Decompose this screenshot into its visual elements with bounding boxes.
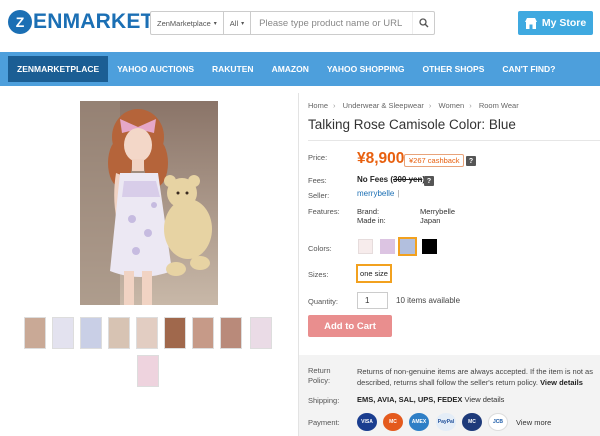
return-label-line1: Return: [308, 366, 331, 375]
fees-value: No Fees (300 yen): [357, 175, 425, 184]
search-scope-select[interactable]: ZenMarketplace ▾: [151, 12, 224, 34]
product-price: ¥8,900: [357, 150, 405, 167]
search-category-label: All: [229, 18, 239, 28]
main-nav: ZENMARKETPLACE YAHOO AUCTIONS RAKUTEN AM…: [0, 52, 600, 86]
logo-text: ENMARKET: [33, 10, 154, 33]
breadcrumb-home[interactable]: Home: [308, 101, 328, 110]
thumbnail[interactable]: [164, 317, 186, 349]
breadcrumb-room-wear[interactable]: Room Wear: [479, 101, 519, 110]
feature-brand-value: Merrybelle: [420, 207, 456, 216]
thumbnail[interactable]: [136, 317, 158, 349]
price-label: Price:: [308, 153, 328, 162]
add-to-cart-button[interactable]: Add to Cart: [308, 315, 392, 337]
maestro-icon: MC: [462, 413, 482, 431]
breadcrumb-women[interactable]: Women: [439, 101, 465, 110]
nav-item-cant-find[interactable]: CAN'T FIND?: [493, 56, 564, 82]
color-swatch-black[interactable]: [422, 239, 437, 254]
chevron-down-icon: ▾: [213, 20, 217, 27]
product-title: Talking Rose Camisole Color: Blue: [308, 117, 516, 132]
site-header: Z ENMARKET ZenMarketplace▾ All▾ My Store: [0, 0, 600, 52]
store-icon: [524, 17, 537, 29]
quantity-input[interactable]: 1: [357, 292, 388, 309]
thumbnail[interactable]: [192, 317, 214, 349]
color-swatch-blue[interactable]: [400, 239, 415, 254]
shipping-info: EMS, AVIA, SAL, UPS, FEDEX View details: [357, 395, 504, 404]
feature-made-in-key: Made in:: [357, 216, 386, 225]
feature-made-in-value: Japan: [420, 216, 441, 225]
nav-item-amazon[interactable]: AMAZON: [263, 56, 318, 82]
seller-label: Seller:: [308, 191, 330, 200]
nav-item-yahoo-auctions[interactable]: YAHOO AUCTIONS: [108, 56, 203, 82]
payment-view-more-link[interactable]: View more: [516, 418, 551, 427]
search-category-select[interactable]: All ▾: [224, 12, 252, 34]
colors-label: Colors:: [308, 244, 332, 253]
my-store-button[interactable]: My Store: [518, 11, 593, 35]
product-photo: [80, 101, 218, 305]
help-icon[interactable]: ?: [424, 176, 434, 186]
stock-text: 10 items available: [396, 296, 461, 305]
return-view-details-link[interactable]: View details: [540, 378, 583, 387]
fees-text: No Fees (: [357, 175, 394, 184]
help-icon[interactable]: ?: [466, 156, 476, 166]
thumbnail[interactable]: [137, 355, 159, 387]
thumbnail[interactable]: [250, 317, 272, 349]
paypal-icon: PayPal: [436, 413, 456, 431]
chevron-down-icon: ▾: [241, 20, 245, 27]
breadcrumb: Home › Underwear & Sleepwear › Women › Room…: [308, 101, 519, 110]
shipping-view-details-link[interactable]: View details: [465, 395, 505, 404]
thumbnail[interactable]: [80, 317, 102, 349]
return-policy-label: Return Policy:: [308, 366, 331, 386]
sizes-label: Sizes:: [308, 270, 329, 279]
nav-item-yahoo-shopping[interactable]: YAHOO SHOPPING: [318, 56, 414, 82]
shipping-label: Shipping:: [308, 396, 340, 405]
nav-item-rakuten[interactable]: RAKUTEN: [203, 56, 263, 82]
visa-icon: VISA: [357, 413, 377, 431]
search-button[interactable]: [412, 12, 434, 34]
search-scope-label: ZenMarketplace: [157, 18, 211, 28]
cashback-badge: ¥267 cashback: [404, 154, 465, 167]
seller-link[interactable]: merrybelle: [357, 189, 394, 198]
breadcrumb-underwear[interactable]: Underwear & Sleepwear: [343, 101, 424, 110]
nav-item-zenmarketplace[interactable]: ZENMARKETPLACE: [8, 56, 109, 82]
return-label-line2: Policy:: [308, 376, 331, 385]
color-swatch-ivory[interactable]: [358, 239, 373, 254]
jcb-icon: JCB: [488, 413, 508, 431]
my-store-label: My Store: [541, 17, 587, 29]
quantity-label: Quantity:: [308, 297, 339, 306]
divider: [308, 140, 600, 141]
thumbnail[interactable]: [52, 317, 74, 349]
feature-brand-key: Brand:: [357, 207, 380, 216]
shipping-methods: EMS, AVIA, SAL, UPS, FEDEX: [357, 395, 463, 404]
size-option[interactable]: one size: [356, 264, 392, 283]
logo-mark: Z: [8, 10, 32, 34]
color-swatch-lavender[interactable]: [380, 239, 395, 254]
amex-icon: AMEX: [409, 413, 429, 431]
thumbnail[interactable]: [108, 317, 130, 349]
search-bar: ZenMarketplace ▾ All ▾: [150, 11, 435, 35]
fees-label: Fees:: [308, 176, 327, 185]
return-policy-text: Returns of non-genuine items are always …: [357, 366, 597, 388]
thumbnail[interactable]: [24, 317, 46, 349]
features-label: Features:: [308, 207, 340, 216]
product-main-image[interactable]: [80, 101, 218, 305]
search-icon: [418, 18, 428, 28]
fees-strike: 300 yen: [393, 175, 423, 184]
payment-label: Payment:: [308, 418, 340, 427]
zenmarket-logo[interactable]: Z ENMARKET: [8, 10, 154, 34]
nav-item-other-shops[interactable]: OTHER SHOPS: [414, 56, 494, 82]
thumbnail[interactable]: [220, 317, 242, 349]
seller-link-wrap: merrybelle |: [357, 189, 399, 198]
seller-separator: |: [397, 189, 400, 198]
search-input[interactable]: [251, 12, 412, 34]
mastercard-icon: MC: [383, 413, 403, 431]
